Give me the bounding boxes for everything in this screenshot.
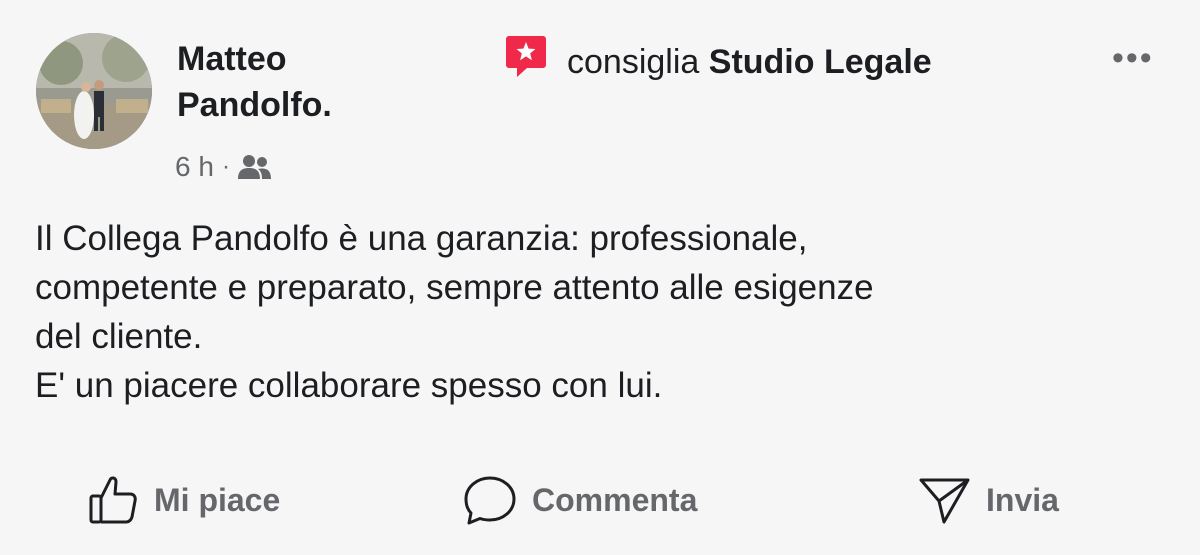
thumbs-up-icon [88, 474, 140, 526]
recommended-page-link[interactable]: Studio Legale [709, 43, 932, 81]
friends-icon [237, 154, 272, 180]
post-meta: 6 h · [175, 151, 272, 183]
like-button[interactable]: Mi piace [88, 470, 280, 530]
send-button[interactable]: Invia [918, 470, 1059, 530]
post-text-line: competente e preparato, sempre attento a… [35, 268, 874, 307]
post-text-line: E' un piacere collaborare spesso con lui… [35, 366, 663, 405]
comment-label: Commenta [532, 481, 698, 518]
recommend-verb: consiglia [567, 43, 700, 81]
send-arrow-icon [918, 474, 972, 526]
author-name-line1: Matteo [177, 40, 287, 78]
author-name-line2: Pandolfo. [177, 86, 332, 124]
author-name[interactable]: Matteo Pandolfo. [177, 36, 477, 128]
comment-bubble-icon [462, 474, 518, 526]
post-text-line: del cliente. [35, 317, 203, 356]
like-label: Mi piace [154, 481, 281, 518]
comment-button[interactable]: Commenta [462, 470, 697, 530]
post-text-line: Il Collega Pandolfo è una garanzia: prof… [35, 219, 808, 258]
recommend-star-icon [505, 34, 547, 90]
action-bar: Mi piace Commenta Invia [0, 470, 1200, 530]
author-avatar[interactable] [36, 33, 152, 149]
meta-separator: · [221, 153, 230, 180]
post-body: Il Collega Pandolfo è una garanzia: prof… [35, 214, 1155, 410]
more-options-icon[interactable]: ••• [1112, 41, 1154, 75]
send-label: Invia [986, 481, 1059, 518]
avatar-photo [36, 33, 152, 149]
post-timestamp[interactable]: 6 h [175, 151, 214, 183]
recommendation-header: consiglia Studio Legale [505, 34, 932, 90]
